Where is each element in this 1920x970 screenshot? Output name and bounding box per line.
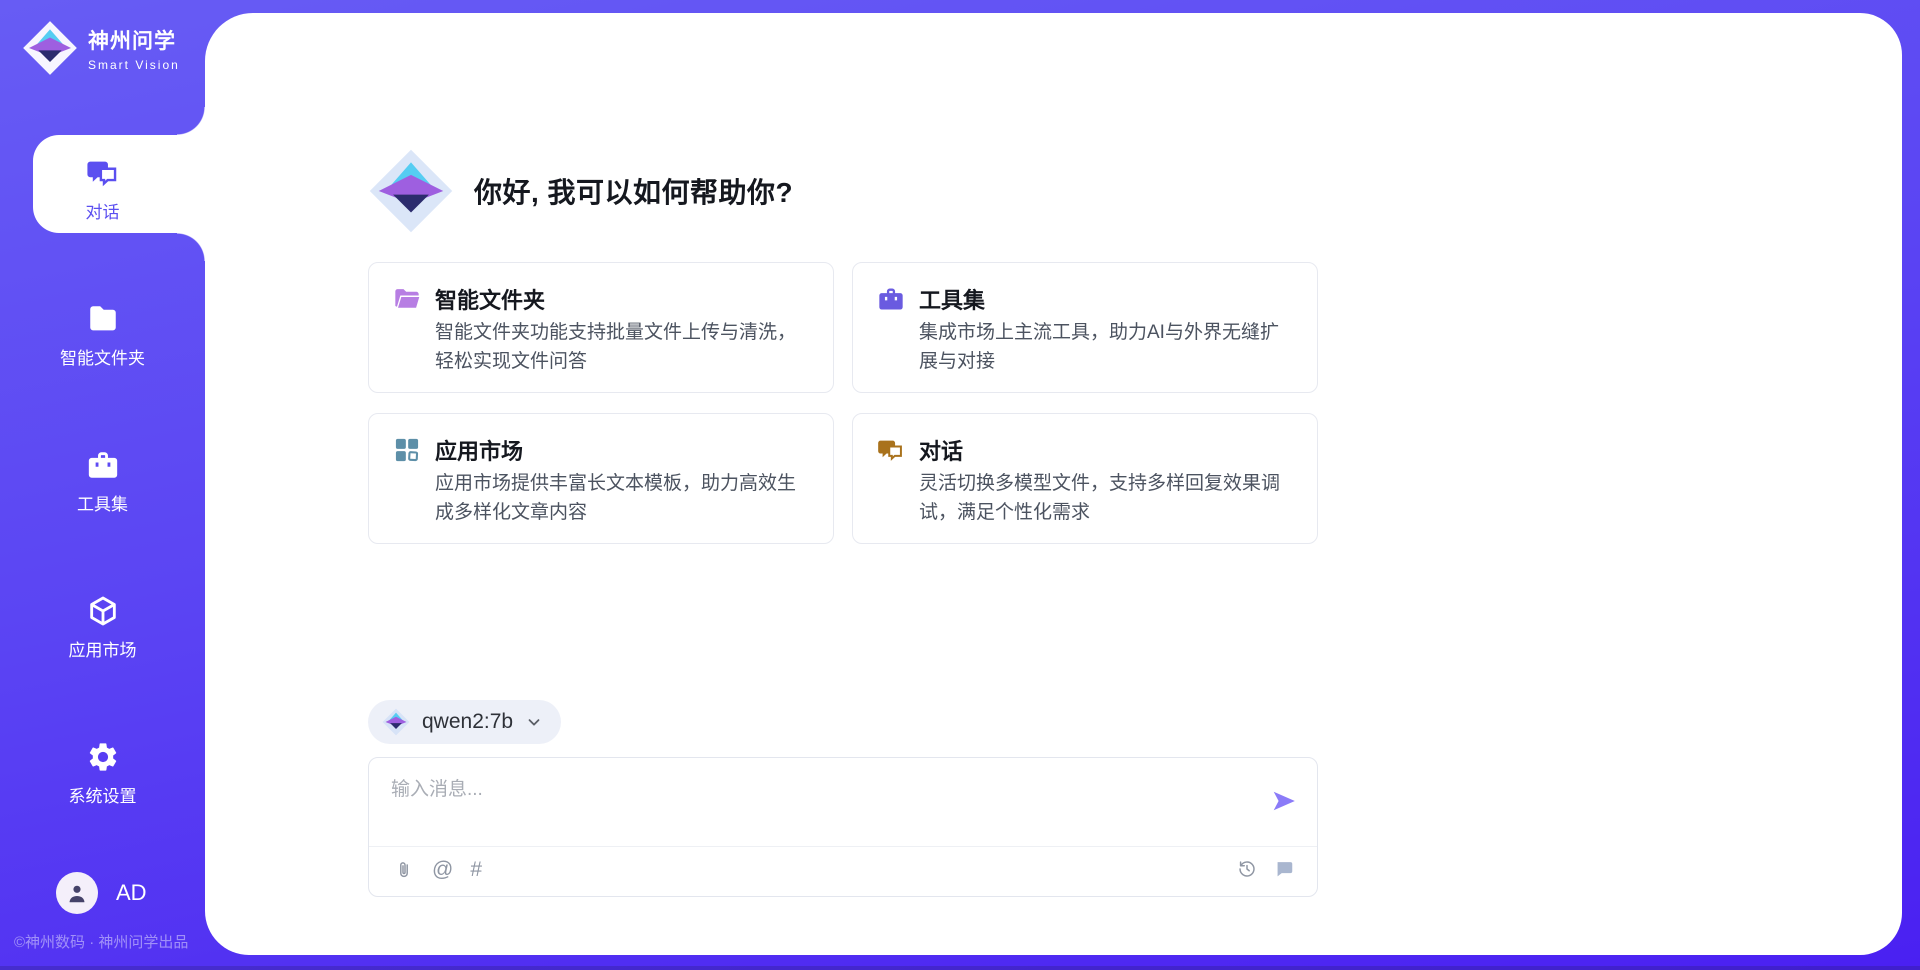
folder-icon <box>86 302 120 336</box>
chat-bubble-icon[interactable] <box>1273 858 1295 880</box>
card-toolbox[interactable]: 工具集 集成市场上主流工具，助力AI与外界无缝扩展与对接 <box>852 262 1318 393</box>
card-smart-folder[interactable]: 智能文件夹 智能文件夹功能支持批量文件上传与清洗，轻松实现文件问答 <box>368 262 834 393</box>
greeting-title: 你好, 我可以如何帮助你? <box>474 171 793 211</box>
feature-cards: 智能文件夹 智能文件夹功能支持批量文件上传与清洗，轻松实现文件问答 工具集 集成… <box>368 262 1318 544</box>
message-composer: @ # <box>368 757 1318 897</box>
tab-curve-bottom <box>177 233 205 261</box>
grid-icon <box>393 436 421 464</box>
copyright-text: ©神州数码 · 神州问学出品 <box>14 931 188 952</box>
user-profile[interactable]: AD <box>56 872 147 914</box>
model-name: qwen2:7b <box>422 710 513 734</box>
card-chat[interactable]: 对话 灵活切换多模型文件，支持多样回复效果调试，满足个性化需求 <box>852 413 1318 544</box>
composer-divider <box>369 846 1317 847</box>
message-input[interactable] <box>391 774 1251 836</box>
brand-title: 神州问学 <box>88 25 180 55</box>
card-description: 智能文件夹功能支持批量文件上传与清洗，轻松实现文件问答 <box>435 319 809 376</box>
sidebar-item-label: 智能文件夹 <box>60 344 145 369</box>
brand-logo: 神州问学 Smart Vision <box>22 20 180 76</box>
sidebar-item-settings[interactable]: 系统设置 <box>0 740 205 807</box>
history-icon[interactable] <box>1236 858 1258 880</box>
content-column: 你好, 我可以如何帮助你? 智能文件夹 智能文件夹功能支持批量文件上传与清洗，轻… <box>368 0 1318 970</box>
tab-curve-top <box>177 107 205 135</box>
card-app-market[interactable]: 应用市场 应用市场提供丰富长文本模板，助力高效生成多样化文章内容 <box>368 413 834 544</box>
send-icon[interactable] <box>1271 788 1297 814</box>
gear-icon <box>86 740 120 774</box>
card-description: 应用市场提供丰富长文本模板，助力高效生成多样化文章内容 <box>435 470 809 527</box>
diamond-logo-icon <box>368 148 454 234</box>
sidebar-item-app-market[interactable]: 应用市场 <box>0 594 205 661</box>
cube-icon <box>86 594 120 628</box>
person-icon <box>64 880 90 906</box>
sidebar-item-chat[interactable]: 对话 <box>0 156 205 223</box>
chat-bubbles-icon <box>86 156 120 190</box>
composer-tools-right <box>1236 858 1295 880</box>
sidebar-item-label: 应用市场 <box>69 636 137 661</box>
chevron-down-icon <box>525 713 543 731</box>
user-name: AD <box>116 880 147 906</box>
app-page: 神州问学 Smart Vision 对话 智能文件夹 工具集 <box>0 0 1920 970</box>
avatar <box>56 872 98 914</box>
sidebar: 神州问学 Smart Vision 对话 智能文件夹 工具集 <box>0 0 205 970</box>
paperclip-icon[interactable] <box>393 859 415 881</box>
at-icon[interactable]: @ <box>432 858 453 882</box>
sidebar-item-label: 工具集 <box>77 490 128 515</box>
sidebar-item-label: 系统设置 <box>69 782 137 807</box>
card-title: 工具集 <box>919 283 1293 313</box>
model-selector[interactable]: qwen2:7b <box>368 700 561 744</box>
greeting-block: 你好, 我可以如何帮助你? <box>368 148 793 234</box>
composer-tools-left: @ # <box>393 858 482 882</box>
toolbox-icon <box>86 448 120 482</box>
diamond-logo-icon <box>382 708 410 736</box>
sidebar-item-toolbox[interactable]: 工具集 <box>0 448 205 515</box>
card-title: 应用市场 <box>435 434 809 464</box>
toolbox-icon <box>877 285 905 313</box>
sidebar-item-smart-folder[interactable]: 智能文件夹 <box>0 302 205 369</box>
card-title: 智能文件夹 <box>435 283 809 313</box>
hash-icon[interactable]: # <box>470 858 482 882</box>
chat-bubbles-icon <box>877 436 905 464</box>
brand-subtitle: Smart Vision <box>88 58 180 72</box>
diamond-logo-icon <box>22 20 78 76</box>
sidebar-item-label: 对话 <box>86 198 120 223</box>
card-title: 对话 <box>919 434 1293 464</box>
folder-open-icon <box>393 285 421 313</box>
card-description: 灵活切换多模型文件，支持多样回复效果调试，满足个性化需求 <box>919 470 1293 527</box>
card-description: 集成市场上主流工具，助力AI与外界无缝扩展与对接 <box>919 319 1293 376</box>
